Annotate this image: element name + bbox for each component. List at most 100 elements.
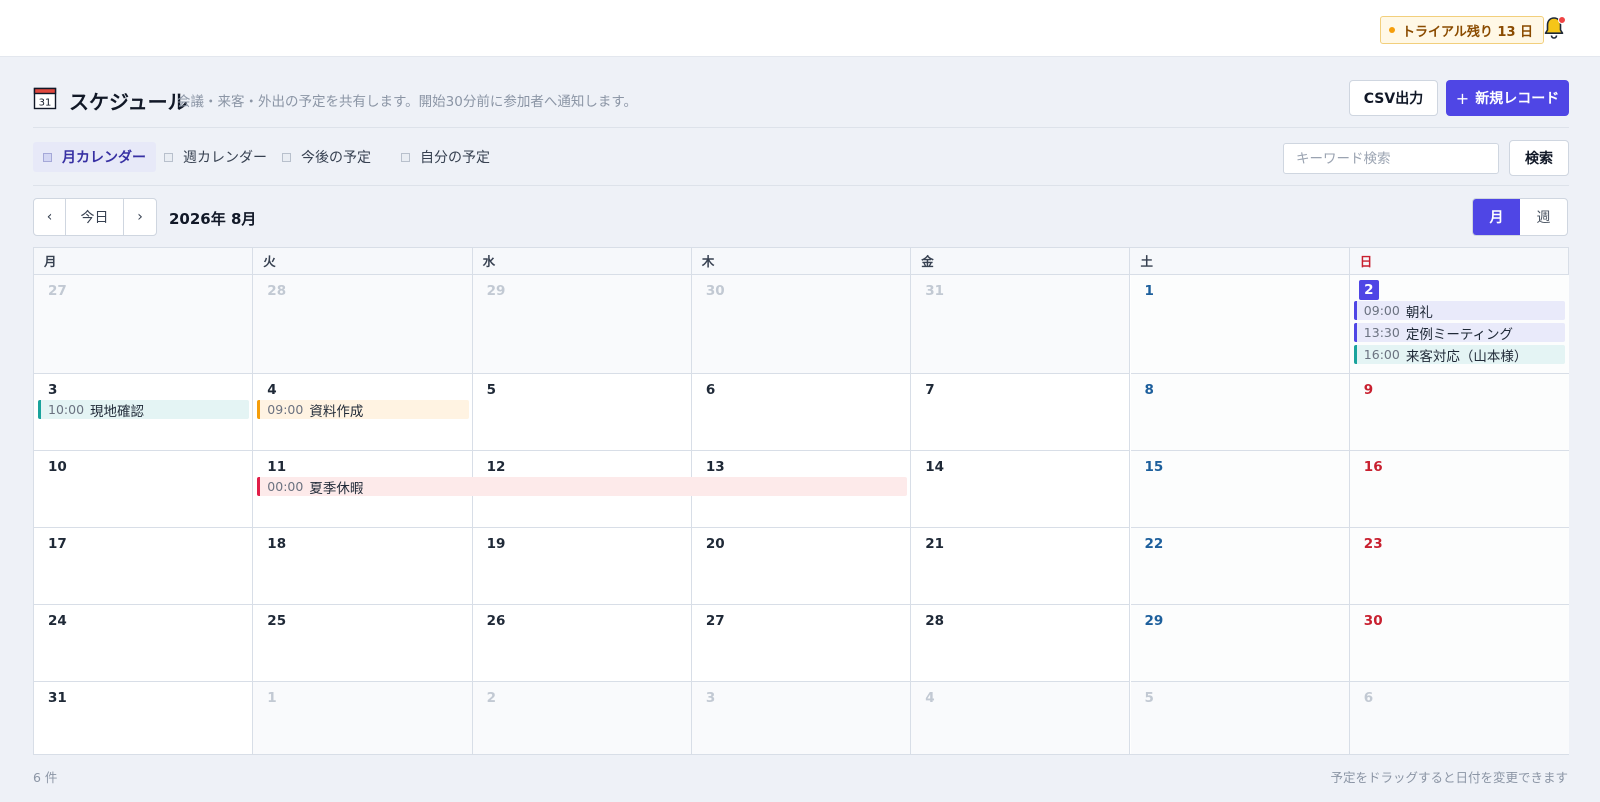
- calendar-day-cell[interactable]: 8: [1130, 374, 1350, 451]
- calendar-day-cell[interactable]: 1: [1130, 275, 1350, 374]
- day-number: 15: [1144, 459, 1164, 475]
- day-number: 30: [705, 283, 725, 299]
- calendar-day-cell[interactable]: 2: [472, 682, 692, 754]
- calendar-day-cell[interactable]: 28: [253, 275, 473, 374]
- event-title: 資料作成: [309, 403, 364, 420]
- drag-hint: 予定をドラッグすると日付を変更できます: [1330, 770, 1568, 785]
- day-number: 1: [1144, 283, 1154, 299]
- view-week-button[interactable]: 週: [1520, 199, 1567, 235]
- calendar-day-cell[interactable]: 6: [1349, 682, 1570, 754]
- calendar-day-cell[interactable]: 20: [691, 528, 912, 605]
- tab-week-calendar[interactable]: 週カレンダー: [154, 142, 277, 172]
- calendar-day-cell[interactable]: 31: [34, 682, 254, 754]
- calendar-day-cell[interactable]: 30: [1349, 605, 1570, 682]
- day-number: 21: [925, 536, 944, 552]
- tab-my-schedule[interactable]: 自分の予定: [391, 142, 500, 172]
- day-number: 18: [267, 536, 287, 552]
- calendar-day-cell[interactable]: 22: [1130, 528, 1350, 605]
- tab-label: 自分の予定: [420, 150, 490, 166]
- view-month-button[interactable]: 月: [1473, 199, 1520, 235]
- calendar-day-cell[interactable]: 10: [34, 451, 254, 528]
- calendar-day-cell[interactable]: 27: [34, 275, 254, 374]
- event-time: 10:00: [48, 402, 85, 417]
- day-number: 5: [1144, 690, 1154, 706]
- calendar-event[interactable]: 16:00 来客対応（山本様）: [1353, 345, 1566, 364]
- day-number: 20: [705, 536, 725, 552]
- calendar-day-cell[interactable]: 19: [472, 528, 692, 605]
- day-number: 14: [925, 459, 944, 475]
- calendar-day-cell[interactable]: 21: [911, 528, 1131, 605]
- calendar-day-cell[interactable]: 29: [472, 275, 692, 374]
- calendar-day-cell[interactable]: 30: [691, 275, 912, 374]
- calendar-day-cell[interactable]: 29: [1130, 605, 1350, 682]
- day-number: 9: [1363, 382, 1374, 398]
- calendar-day-cell[interactable]: 7: [911, 374, 1131, 451]
- tab-month-calendar[interactable]: 月カレンダー: [33, 142, 156, 172]
- day-number: 25: [267, 613, 287, 629]
- calendar-day-cell[interactable]: 23: [1349, 528, 1570, 605]
- calendar-day-cell[interactable]: 14: [911, 451, 1131, 528]
- day-number: 31: [925, 283, 944, 299]
- day-number: 29: [1144, 613, 1164, 629]
- today-button[interactable]: 今日: [66, 199, 124, 235]
- day-number: 3: [48, 382, 58, 398]
- weekday-header-tue: 火: [253, 248, 473, 275]
- day-number: 2: [486, 690, 496, 706]
- calendar-event[interactable]: 10:00 現地確認: [38, 400, 250, 419]
- search-button[interactable]: 検索: [1509, 140, 1569, 176]
- tab-upcoming[interactable]: 今後の予定: [272, 142, 381, 172]
- day-number: 29: [486, 283, 506, 299]
- calendar-event[interactable]: 09:00 資料作成: [257, 400, 469, 420]
- day-number: 3: [705, 690, 716, 706]
- calendar-event[interactable]: 00:00 夏季休暇: [257, 477, 908, 496]
- calendar-day-cell[interactable]: 4: [911, 682, 1131, 754]
- calendar-day-cell[interactable]: 3: [691, 682, 912, 754]
- today-day-number: 2: [1358, 280, 1379, 300]
- calendar-day-cell[interactable]: 15: [1130, 451, 1350, 528]
- trial-badge[interactable]: トライアル残り 13 日: [1380, 16, 1545, 44]
- view-toggle: 月 週: [1472, 198, 1568, 236]
- calendar-day-cell[interactable]: 1: [253, 682, 473, 754]
- month-calendar-grid: 月火水木金土日 27 28 29 30 31 1 2 3 4 5 6 7 8 9 10 11 12 13 14 15 1…: [33, 247, 1570, 755]
- event-time: 00:00: [267, 479, 304, 494]
- next-month-button[interactable]: ›: [124, 199, 156, 235]
- calendar-day-cell[interactable]: 25: [253, 605, 473, 682]
- keyword-search-input[interactable]: [1283, 143, 1499, 174]
- calendar-day-cell[interactable]: 27: [691, 605, 912, 682]
- calendar-event[interactable]: 13:30 定例ミーティング: [1353, 323, 1566, 342]
- calendar-day-cell[interactable]: 5: [1130, 682, 1350, 754]
- calendar-day-cell[interactable]: 9: [1349, 374, 1570, 451]
- new-record-label: 新規レコード: [1475, 91, 1560, 107]
- calendar-day-cell[interactable]: 16: [1349, 451, 1570, 528]
- day-number: 30: [1363, 613, 1383, 629]
- prev-month-button[interactable]: ‹: [34, 199, 66, 235]
- weekday-header-thu: 木: [692, 248, 912, 275]
- calendar-day-cell[interactable]: 17: [34, 528, 254, 605]
- weekday-header-sat: 土: [1131, 248, 1350, 275]
- calendar-day-cell[interactable]: 6: [691, 374, 912, 451]
- plus-icon: +: [1455, 88, 1470, 108]
- calendar-day-cell[interactable]: 26: [472, 605, 692, 682]
- day-number: 27: [705, 613, 725, 629]
- bell-icon[interactable]: [1542, 15, 1566, 41]
- calendar-day-cell[interactable]: 31: [911, 275, 1131, 374]
- day-number: 1: [267, 690, 277, 706]
- day-number: 11: [267, 459, 287, 475]
- weekday-header-fri: 金: [911, 248, 1131, 275]
- calendar-day-cell[interactable]: 5: [472, 374, 692, 451]
- view-tabs: 月カレンダー 週カレンダー 今後の予定 自分の予定 検索: [33, 140, 1569, 186]
- csv-export-button[interactable]: CSV出力: [1349, 80, 1438, 116]
- weekday-header-row: 月火水木金土日: [34, 248, 1568, 275]
- calendar-day-cell[interactable]: 18: [253, 528, 473, 605]
- grid-icon: [164, 152, 173, 162]
- calendar-day-cell[interactable]: 28: [911, 605, 1131, 682]
- day-number: 28: [925, 613, 944, 629]
- calendar-event[interactable]: 09:00 朝礼: [1353, 301, 1566, 320]
- day-number: 27: [48, 283, 67, 299]
- day-number: 6: [1363, 690, 1374, 706]
- new-record-button[interactable]: + 新規レコード: [1446, 80, 1569, 116]
- day-number: 22: [1144, 536, 1164, 552]
- calendar-day-cell[interactable]: 24: [34, 605, 254, 682]
- event-time: 13:30: [1363, 325, 1400, 340]
- page-title: スケジュール: [69, 90, 188, 114]
